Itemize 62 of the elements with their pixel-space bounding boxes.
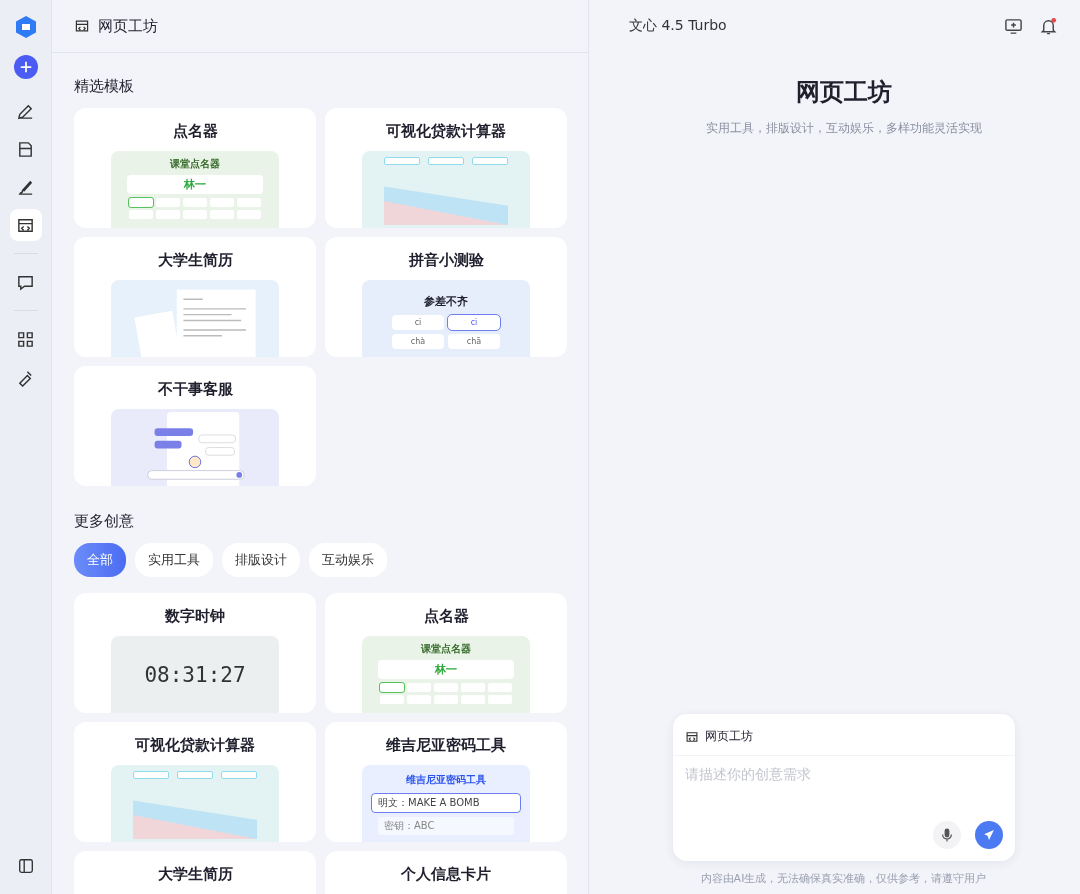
screen-plus-icon[interactable] bbox=[1004, 16, 1023, 36]
model-name[interactable]: 文心 4.5 Turbo bbox=[629, 17, 727, 35]
template-card[interactable]: 个人信息卡片 bbox=[325, 851, 567, 894]
preview-name: 林一 bbox=[127, 175, 263, 194]
section-heading: 精选模板 bbox=[74, 77, 135, 96]
answer-option: chā bbox=[448, 334, 500, 349]
preview-title: 课堂点名器 bbox=[421, 642, 471, 656]
card-title: 拼音小测验 bbox=[408, 251, 484, 270]
card-title: 可视化贷款计算器 bbox=[386, 122, 506, 141]
hero-subtitle: 实用工具，排版设计，互动娱乐，多样功能灵活实现 bbox=[705, 120, 982, 137]
answer-option: ci bbox=[392, 315, 444, 330]
quiz-word: 参差不齐 bbox=[424, 294, 468, 309]
template-card[interactable]: 数字时钟 08:31:27 bbox=[74, 593, 316, 713]
filter-chip[interactable]: 实用工具 bbox=[135, 543, 213, 577]
code-page-icon bbox=[684, 729, 699, 744]
mode-tag: 网页工坊 bbox=[704, 728, 753, 745]
app-logo-icon bbox=[13, 15, 38, 39]
preview-title: 维吉尼亚密码工具 bbox=[406, 773, 486, 787]
section-heading: 更多创意 bbox=[74, 512, 135, 531]
template-card[interactable]: 点名器 课堂点名器 林一 bbox=[74, 108, 316, 228]
page-title: 网页工坊 bbox=[98, 16, 158, 36]
notification-bell-icon[interactable] bbox=[1039, 16, 1058, 36]
card-title: 个人信息卡片 bbox=[401, 865, 491, 884]
card-title: 大学生简历 bbox=[157, 251, 233, 270]
prompt-field[interactable]: 网页工坊 请描述你的创意需求 bbox=[672, 714, 1015, 861]
disclaimer-text: 内容由AI生成，无法确保真实准确，仅供参考，请遵守用户 bbox=[700, 871, 987, 886]
answer-option: chà bbox=[392, 334, 444, 349]
plus-icon bbox=[18, 60, 33, 74]
template-card[interactable]: 大学生简历 bbox=[74, 237, 316, 357]
clock-display: 08:31:27 bbox=[144, 662, 246, 687]
template-card[interactable]: 可视化贷款计算器 bbox=[74, 722, 316, 842]
sidebar-panel-icon bbox=[16, 857, 35, 875]
microphone-button[interactable] bbox=[932, 821, 961, 849]
file-icon bbox=[16, 139, 35, 159]
preview-title: 课堂点名器 bbox=[170, 157, 220, 171]
preview-name: 林一 bbox=[378, 660, 514, 679]
prompt-input[interactable]: 请描述你的创意需求 bbox=[672, 756, 1015, 821]
filter-chip[interactable]: 全部 bbox=[74, 543, 126, 577]
template-card[interactable]: 大学生简历 bbox=[74, 851, 316, 894]
card-title: 点名器 bbox=[172, 122, 218, 141]
template-card[interactable]: 不干事客服 bbox=[74, 366, 316, 486]
answer-option: ci bbox=[448, 315, 500, 330]
apps-icon bbox=[16, 329, 35, 349]
code-page-icon bbox=[74, 18, 90, 34]
template-card[interactable]: 拼音小测验 参差不齐 ci ci chà chā bbox=[325, 237, 567, 357]
card-title: 大学生简历 bbox=[157, 865, 233, 884]
plaintext-field: 明文：MAKE A BOMB bbox=[371, 793, 521, 813]
card-title: 不干事客服 bbox=[157, 380, 233, 399]
filter-chip[interactable]: 排版设计 bbox=[222, 543, 300, 577]
card-title: 点名器 bbox=[423, 607, 469, 626]
send-button[interactable] bbox=[974, 821, 1003, 849]
hero-title: 网页工坊 bbox=[795, 77, 892, 108]
card-title: 可视化贷款计算器 bbox=[135, 736, 255, 755]
new-chat-button[interactable] bbox=[13, 55, 38, 79]
template-card[interactable]: 点名器 课堂点名器 林一 bbox=[325, 593, 567, 713]
template-card[interactable]: 维吉尼亚密码工具 维吉尼亚密码工具 明文：MAKE A BOMB 密钥：ABC bbox=[325, 722, 567, 842]
card-title: 数字时钟 bbox=[165, 607, 225, 626]
template-card[interactable]: 可视化贷款计算器 bbox=[325, 108, 567, 228]
sidebar-item[interactable] bbox=[9, 209, 42, 241]
key-field: 密钥：ABC bbox=[378, 817, 514, 835]
card-title: 维吉尼亚密码工具 bbox=[386, 736, 506, 755]
filter-chip[interactable]: 互动娱乐 bbox=[309, 543, 387, 577]
